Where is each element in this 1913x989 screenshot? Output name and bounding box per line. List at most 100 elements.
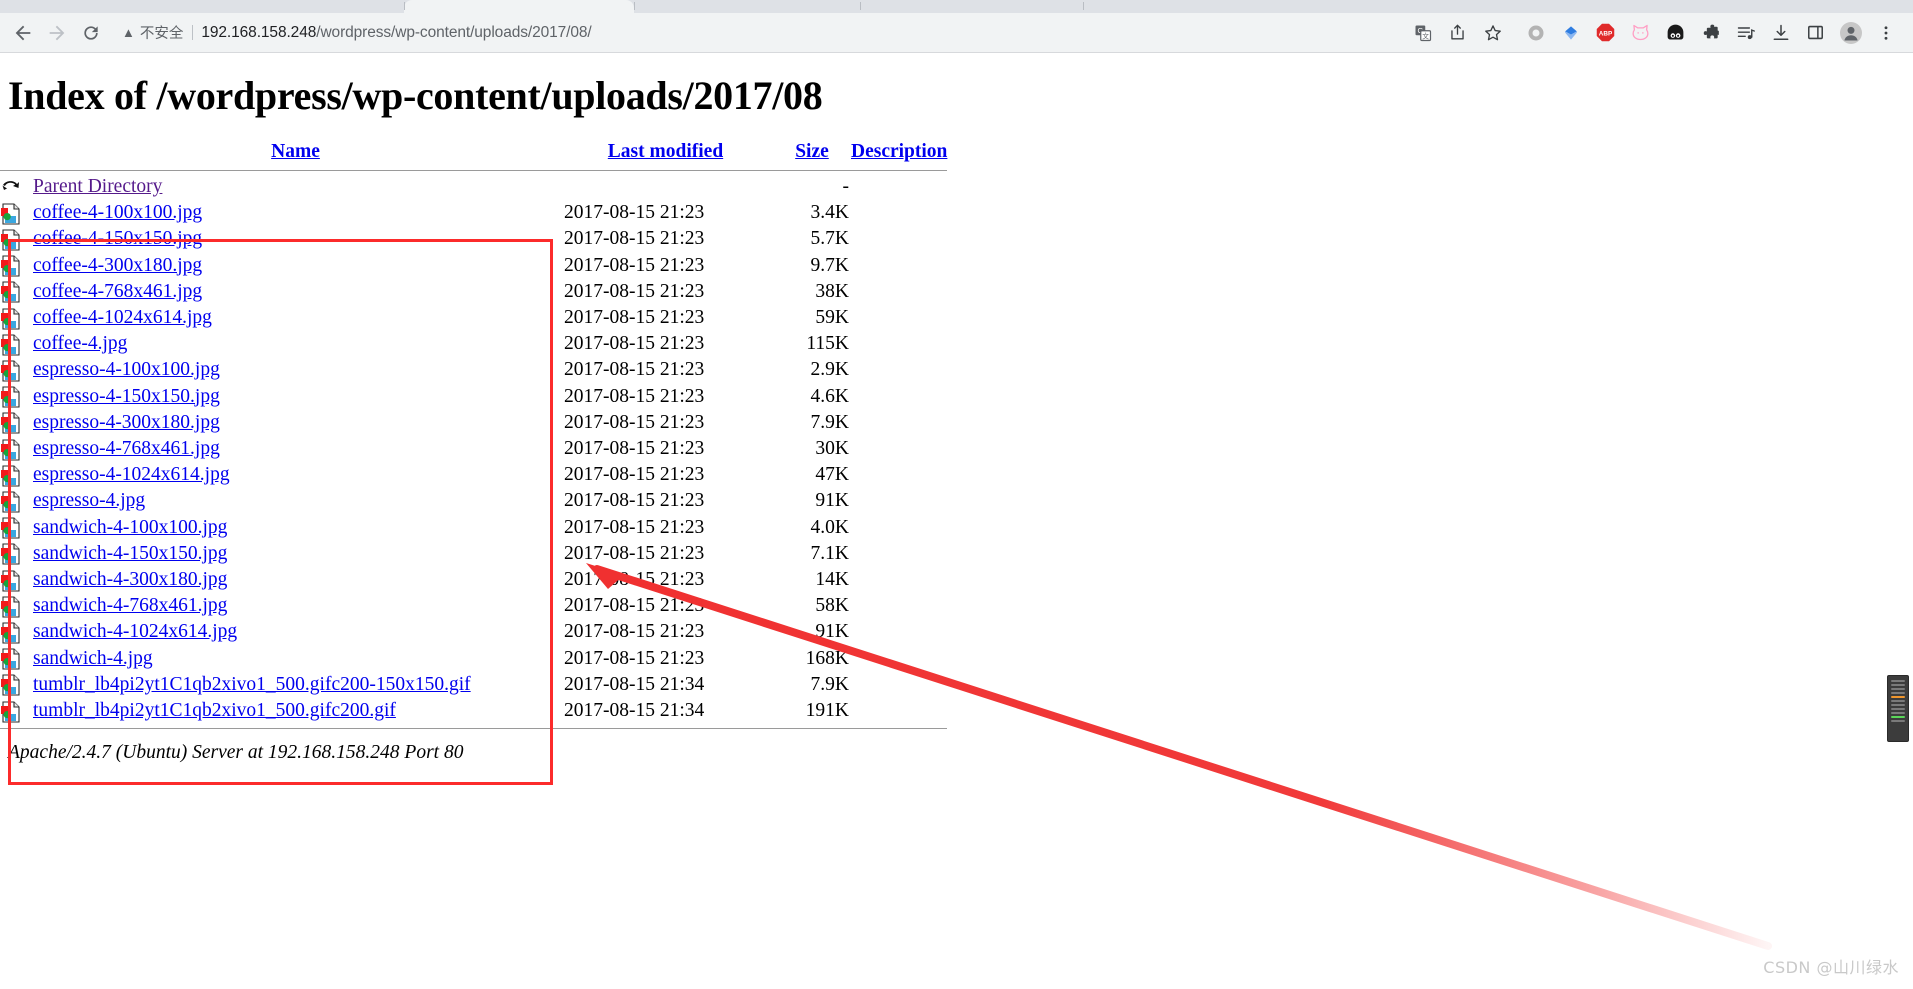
address-bar[interactable]: ▲ 不安全 192.168.158.248/wordpress/wp-conte… xyxy=(110,17,1399,48)
table-row: espresso-4-768x461.jpg 2017-08-15 21:23 30… xyxy=(0,436,947,462)
file-link[interactable]: espresso-4-768x461.jpg xyxy=(33,438,220,459)
row-date-cell: 2017-08-15 21:23 xyxy=(564,542,705,564)
sort-by-size-link[interactable]: Size xyxy=(795,141,829,162)
image-file-icon xyxy=(0,570,21,592)
file-link[interactable]: espresso-4.jpg xyxy=(33,490,145,511)
bookmark-star-icon[interactable] xyxy=(1477,17,1508,48)
table-row: espresso-4-300x180.jpg 2017-08-15 21:23 7.… xyxy=(0,410,947,436)
row-name-cell: espresso-4-150x150.jpg xyxy=(33,384,558,410)
chrome-menu-icon[interactable] xyxy=(1870,17,1901,48)
row-icon-cell xyxy=(0,515,33,541)
file-link[interactable]: tumblr_lb4pi2yt1C1qb2xivo1_500.gifc200-1… xyxy=(33,674,471,695)
row-size-cell: 91K xyxy=(815,490,849,512)
row-name-cell: sandwich-4-100x100.jpg xyxy=(33,515,558,541)
cat-extension-icon[interactable] xyxy=(1625,17,1656,48)
row-description-cell xyxy=(851,410,947,436)
row-name-cell: coffee-4-300x180.jpg xyxy=(33,253,558,279)
warning-triangle-icon: ▲ xyxy=(122,25,135,40)
image-file-icon xyxy=(0,517,21,539)
security-warning[interactable]: ▲ 不安全 xyxy=(122,22,183,43)
row-description-cell xyxy=(851,515,947,541)
extensions-puzzle-icon[interactable] xyxy=(1695,17,1726,48)
row-description-cell xyxy=(851,331,947,357)
extension-ring-icon[interactable] xyxy=(1520,17,1551,48)
row-icon-cell xyxy=(0,672,33,698)
file-link[interactable]: sandwich-4-300x180.jpg xyxy=(33,569,227,590)
file-link[interactable]: coffee-4-150x150.jpg xyxy=(33,228,202,249)
image-file-icon xyxy=(0,307,21,330)
file-link[interactable]: tumblr_lb4pi2yt1C1qb2xivo1_500.gifc200.g… xyxy=(33,700,396,721)
row-description-cell xyxy=(851,619,947,645)
minimap-overlay[interactable] xyxy=(1887,675,1909,742)
row-name-cell: sandwich-4-300x180.jpg xyxy=(33,567,558,593)
forward-arrow-icon xyxy=(49,25,65,40)
header-description[interactable]: Description xyxy=(851,141,947,166)
file-link[interactable]: coffee-4-100x100.jpg xyxy=(33,202,202,223)
tab-separator xyxy=(1083,2,1084,10)
browser-tab-active[interactable] xyxy=(404,0,634,13)
row-size-cell: 30K xyxy=(815,438,849,460)
file-link[interactable]: sandwich-4-150x150.jpg xyxy=(33,543,227,564)
sort-by-date-link[interactable]: Last modified xyxy=(608,141,723,162)
image-file-icon xyxy=(0,386,21,408)
back-button[interactable] xyxy=(6,16,40,50)
image-file-icon xyxy=(0,596,21,618)
browser-toolbar: ▲ 不安全 192.168.158.248/wordpress/wp-conte… xyxy=(0,13,1913,53)
sort-by-name-link[interactable]: Name xyxy=(271,141,320,162)
file-link[interactable]: coffee-4-1024x614.jpg xyxy=(33,307,212,328)
file-link[interactable]: coffee-4-768x461.jpg xyxy=(33,281,202,302)
row-name-cell: sandwich-4-150x150.jpg xyxy=(33,541,558,567)
image-file-icon xyxy=(0,465,21,487)
image-file-icon xyxy=(0,360,21,382)
header-last-modified[interactable]: Last modified xyxy=(558,141,773,166)
tab-strip[interactable] xyxy=(0,0,1913,13)
row-name-cell: sandwich-4-1024x614.jpg xyxy=(33,619,558,645)
file-link[interactable]: espresso-4-300x180.jpg xyxy=(33,412,220,433)
row-description-cell xyxy=(851,226,947,252)
panda-extension-icon[interactable] xyxy=(1660,17,1691,48)
file-link[interactable]: espresso-4-150x150.jpg xyxy=(33,386,220,407)
translate-icon[interactable]: G 文 xyxy=(1407,17,1438,48)
media-playlist-icon[interactable] xyxy=(1730,17,1761,48)
url-text: 192.168.158.248/wordpress/wp-content/upl… xyxy=(201,24,591,42)
header-size[interactable]: Size xyxy=(773,141,851,166)
url-host: 192.168.158.248 xyxy=(201,23,317,41)
profile-avatar-icon[interactable] xyxy=(1835,17,1866,48)
row-name-cell: coffee-4-150x150.jpg xyxy=(33,226,558,252)
page-content: Index of /wordpress/wp-content/uploads/2… xyxy=(0,53,1913,988)
extension-diamond-icon[interactable] xyxy=(1555,17,1586,48)
tab-separator xyxy=(404,2,405,10)
file-link[interactable]: espresso-4-1024x614.jpg xyxy=(33,464,230,485)
downloads-icon[interactable] xyxy=(1765,17,1796,48)
row-icon-cell xyxy=(0,593,33,619)
file-link[interactable]: coffee-4.jpg xyxy=(33,333,127,354)
file-link[interactable]: sandwich-4-768x461.jpg xyxy=(33,595,227,616)
table-row: sandwich-4-768x461.jpg 2017-08-15 21:23 58… xyxy=(0,593,947,619)
page-title: Index of /wordpress/wp-content/uploads/2… xyxy=(8,73,823,118)
file-link[interactable]: coffee-4-300x180.jpg xyxy=(33,255,202,276)
row-name-cell: Parent Directory xyxy=(33,174,558,200)
file-link[interactable]: sandwich-4.jpg xyxy=(33,648,153,669)
forward-button[interactable] xyxy=(40,16,74,50)
listing-body: Parent Directory - coffee-4-100x100.jpg 201… xyxy=(0,174,947,724)
row-name-cell: sandwich-4.jpg xyxy=(33,646,558,672)
file-link[interactable]: sandwich-4-100x100.jpg xyxy=(33,517,227,538)
file-link[interactable]: Parent Directory xyxy=(33,176,162,197)
row-date-cell: 2017-08-15 21:23 xyxy=(564,280,705,302)
header-name[interactable]: Name xyxy=(33,141,558,166)
file-link[interactable]: espresso-4-100x100.jpg xyxy=(33,359,220,380)
adblock-plus-icon[interactable]: ABP xyxy=(1590,17,1621,48)
reload-button[interactable] xyxy=(74,16,108,50)
row-date-cell: 2017-08-15 21:23 xyxy=(564,385,705,407)
url-path: /wordpress/wp-content/uploads/2017/08/ xyxy=(316,23,592,41)
row-size-cell: 7.9K xyxy=(810,411,849,433)
row-description-cell xyxy=(851,698,947,724)
image-file-icon xyxy=(0,281,21,303)
share-icon[interactable] xyxy=(1442,17,1473,48)
sort-by-description-link[interactable]: Description xyxy=(851,141,947,162)
side-panel-icon[interactable] xyxy=(1800,17,1831,48)
table-row: tumblr_lb4pi2yt1C1qb2xivo1_500.gifc200-1… xyxy=(0,672,947,698)
row-name-cell: sandwich-4-768x461.jpg xyxy=(33,593,558,619)
file-link[interactable]: sandwich-4-1024x614.jpg xyxy=(33,621,237,642)
row-icon-cell xyxy=(0,384,33,410)
